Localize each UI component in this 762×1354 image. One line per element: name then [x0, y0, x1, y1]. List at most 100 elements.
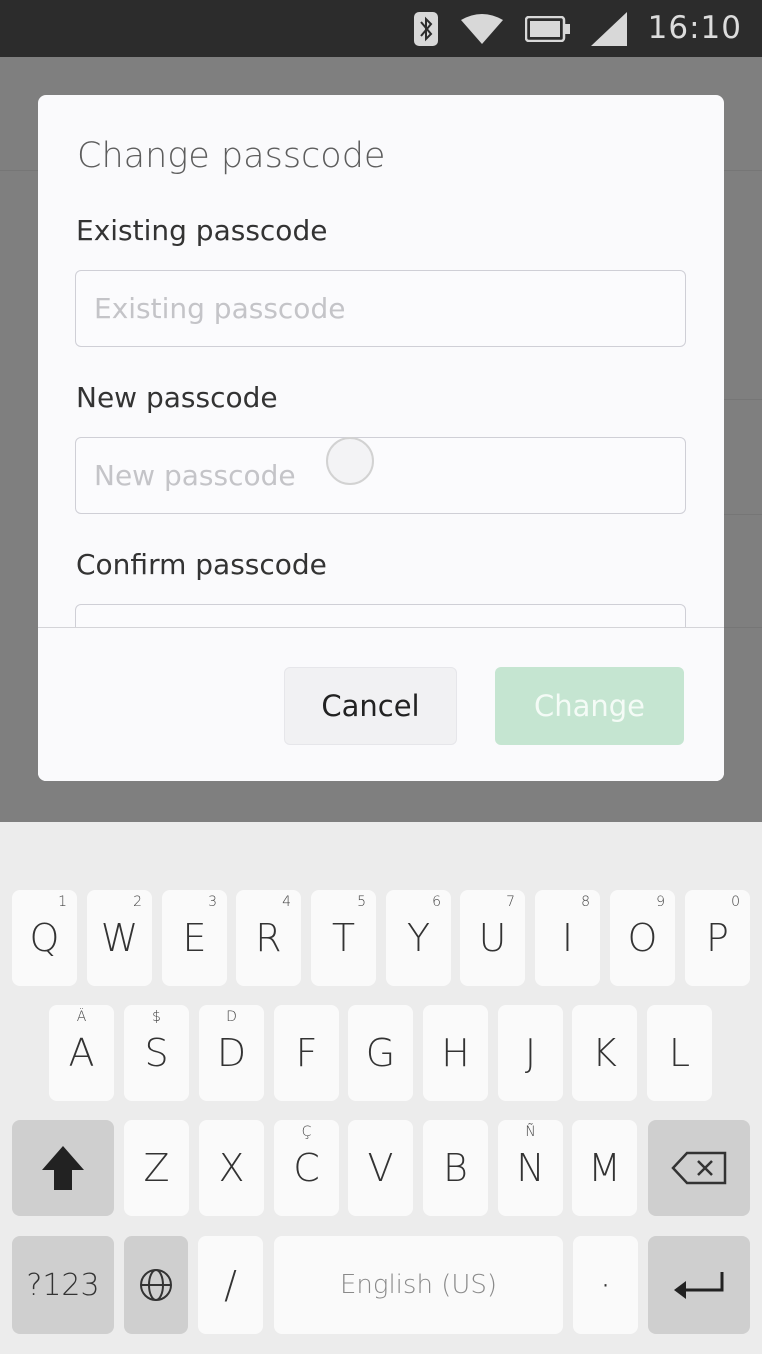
key-hint: 7 [506, 894, 515, 910]
key-y[interactable]: 6Y [386, 890, 451, 986]
key-label: I [561, 916, 574, 960]
divider [724, 399, 762, 400]
battery-icon [524, 15, 571, 46]
key-label: Q [29, 916, 60, 960]
key-hint: 3 [208, 894, 217, 910]
space-key[interactable]: English (US) [274, 1236, 563, 1334]
key-label: X [218, 1146, 245, 1190]
key-p[interactable]: 0P [685, 890, 750, 986]
key-label: O [627, 916, 658, 960]
key-label: R [255, 916, 282, 960]
key-hint: 0 [731, 894, 740, 910]
key-t[interactable]: 5T [311, 890, 376, 986]
key-label: T [331, 916, 356, 960]
key-s[interactable]: $ S [124, 1005, 189, 1101]
key-label: S [144, 1031, 169, 1075]
key-label: N [516, 1146, 545, 1190]
change-passcode-dialog: Change passcode Existing passcode New pa… [38, 95, 724, 781]
key-v[interactable]: V [348, 1120, 413, 1216]
enter-icon [674, 1272, 724, 1299]
key-hint: 9 [656, 894, 665, 910]
key-b[interactable]: B [423, 1120, 488, 1216]
new-passcode-label: New passcode [76, 381, 278, 414]
key-x[interactable]: X [199, 1120, 264, 1216]
key-o[interactable]: 9O [610, 890, 675, 986]
confirm-passcode-label: Confirm passcode [76, 548, 327, 581]
touch-indicator [326, 437, 374, 485]
key-e[interactable]: 3E [162, 890, 227, 986]
existing-passcode-input[interactable] [75, 270, 686, 347]
key-label: Z [143, 1146, 170, 1190]
backspace-key[interactable] [648, 1120, 750, 1216]
cancel-button[interactable]: Cancel [284, 667, 457, 745]
divider [724, 514, 762, 515]
period-key[interactable]: · [573, 1236, 638, 1334]
key-label: C [293, 1146, 320, 1190]
key-z[interactable]: Z [124, 1120, 189, 1216]
key-a[interactable]: ÄA [49, 1005, 114, 1101]
key-label: J [524, 1031, 537, 1075]
key-hint: 4 [282, 894, 291, 910]
key-label: V [367, 1146, 394, 1190]
key-label: E [182, 916, 207, 960]
key-m[interactable]: M [572, 1120, 637, 1216]
key-label: Y [406, 916, 431, 960]
dialog-title: Change passcode [77, 136, 386, 176]
new-passcode-input[interactable] [75, 437, 686, 514]
key-label: L [668, 1031, 691, 1075]
key-u[interactable]: 7U [460, 890, 525, 986]
key-label: F [295, 1031, 318, 1075]
key-hint: 5 [357, 894, 366, 910]
key-d[interactable]: DD [199, 1005, 264, 1101]
key-hint: 8 [581, 894, 590, 910]
key-label: / [224, 1263, 237, 1307]
language-key[interactable] [124, 1236, 188, 1334]
key-label: P [706, 916, 729, 960]
key-hint: 1 [58, 894, 67, 910]
signal-icon [591, 12, 627, 50]
key-label: U [478, 916, 507, 960]
key-label: H [441, 1031, 470, 1075]
key-label: · [599, 1263, 612, 1307]
slash-key[interactable]: / [198, 1236, 263, 1334]
key-label: A [68, 1031, 95, 1075]
key-hint: $ [152, 1009, 161, 1025]
key-hint: Ç [301, 1124, 312, 1140]
space-language-label: English (US) [339, 1270, 498, 1300]
key-hint: 2 [133, 894, 142, 910]
key-label: M [588, 1146, 621, 1190]
key-label: ?123 [26, 1267, 100, 1303]
key-n[interactable]: ÑN [498, 1120, 563, 1216]
key-label: W [100, 916, 139, 960]
existing-passcode-label: Existing passcode [76, 214, 328, 247]
key-hint: Ñ [525, 1124, 536, 1140]
key-hint: 6 [432, 894, 441, 910]
key-hint: Ä [76, 1009, 87, 1025]
key-i[interactable]: 8I [535, 890, 600, 986]
key-q[interactable]: 1Q [12, 890, 77, 986]
on-screen-keyboard: 1Q 2W 3E 4R 5T 6Y 7U 8I 9O 0P ÄA $ S DD F… [0, 822, 762, 1354]
key-j[interactable]: J [498, 1005, 563, 1101]
key-label: B [443, 1146, 468, 1190]
key-h[interactable]: H [423, 1005, 488, 1101]
bluetooth-icon [414, 12, 438, 50]
globe-icon [140, 1269, 172, 1301]
wifi-icon [461, 14, 503, 48]
key-c[interactable]: ÇC [274, 1120, 339, 1216]
key-k[interactable]: K [572, 1005, 637, 1101]
key-label: K [592, 1031, 617, 1075]
backspace-icon [671, 1151, 727, 1185]
key-f[interactable]: F [274, 1005, 339, 1101]
shift-key[interactable] [12, 1120, 114, 1216]
enter-key[interactable] [648, 1236, 750, 1334]
key-g[interactable]: G [348, 1005, 413, 1101]
key-w[interactable]: 2W [87, 890, 152, 986]
change-button[interactable]: Change [495, 667, 684, 745]
symbols-key[interactable]: ?123 [12, 1236, 114, 1334]
key-l[interactable]: L [647, 1005, 712, 1101]
key-hint: D [226, 1009, 237, 1025]
key-r[interactable]: 4R [236, 890, 301, 986]
shift-icon [42, 1146, 84, 1190]
key-label: G [365, 1031, 396, 1075]
key-label: D [216, 1031, 247, 1075]
